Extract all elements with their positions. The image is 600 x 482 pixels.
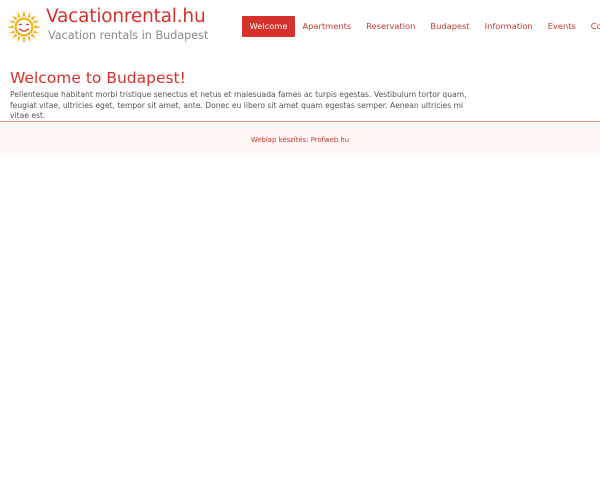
intro-text: Pellentesque habitant morbi tristique se… xyxy=(10,90,467,120)
nav-item-information[interactable]: Information xyxy=(477,16,540,37)
nav-item-apartments[interactable]: Apartments xyxy=(295,16,359,37)
nav-item-welcome[interactable]: Welcome xyxy=(242,16,295,37)
sun-icon[interactable] xyxy=(7,10,41,44)
nav-item-reservation[interactable]: Reservation xyxy=(359,16,423,37)
header: Vacationrental.hu Vacation rentals in Bu… xyxy=(0,0,600,56)
page: Vacationrental.hu Vacation rentals in Bu… xyxy=(0,0,600,482)
site-subtitle: Vacation rentals in Budapest xyxy=(48,29,209,42)
nav-item-contact[interactable]: Contact xyxy=(583,16,600,37)
page-title: Welcome to Budapest! xyxy=(10,69,186,87)
nav-item-events[interactable]: Events xyxy=(540,16,583,37)
nav-item-budapest[interactable]: Budapest xyxy=(423,16,477,37)
footer: Weblap készítés: Profweb.hu xyxy=(0,121,600,153)
main-nav: Welcome Apartments Reservation Budapest … xyxy=(242,16,600,37)
main-content: Welcome to Budapest! Pellentesque habita… xyxy=(10,68,480,122)
footer-credit-link[interactable]: Weblap készítés: Profweb.hu xyxy=(0,136,600,144)
site-title[interactable]: Vacationrental.hu xyxy=(46,6,206,27)
